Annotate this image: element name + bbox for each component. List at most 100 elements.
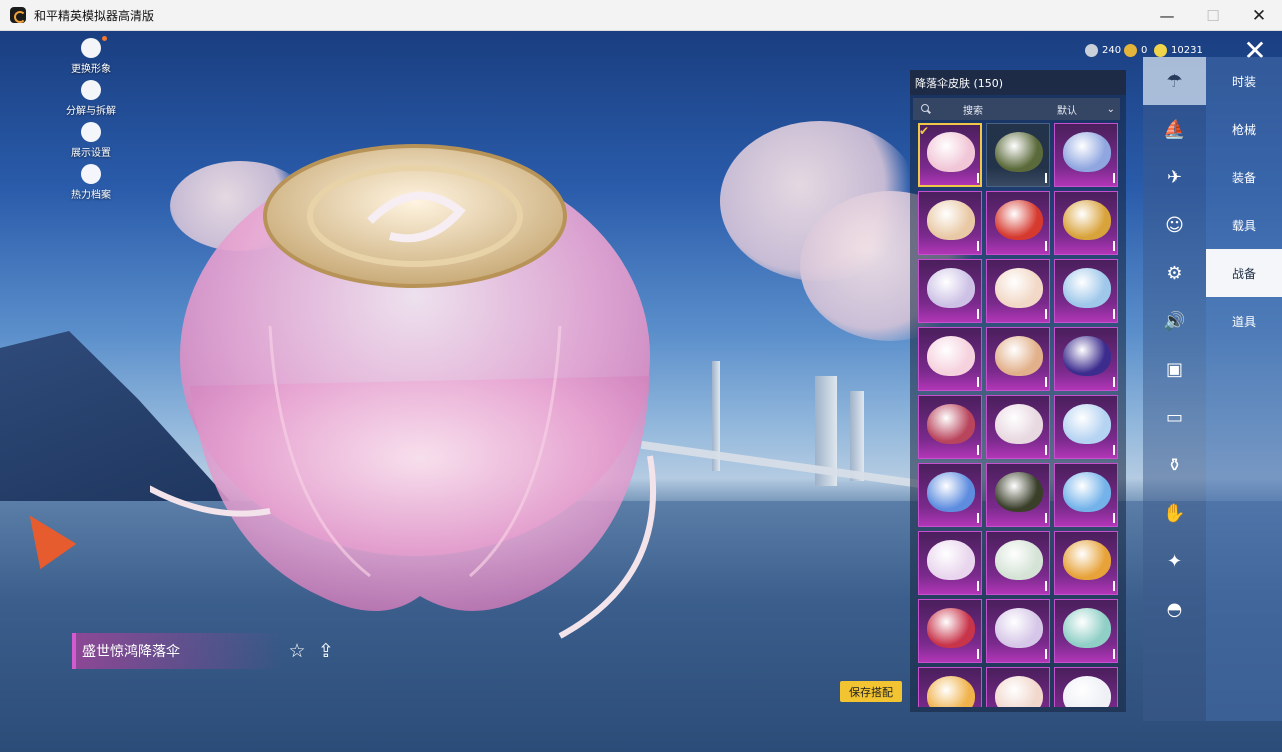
tile-indicator (1113, 513, 1115, 523)
speaker-icon[interactable]: 🔊 (1143, 297, 1206, 345)
currency-badge: 0 (1124, 44, 1147, 57)
tile-indicator (1113, 649, 1115, 659)
change-avatar-label: 更换形象 (71, 64, 111, 75)
left-menu: 更换形象 分解与拆解 展示设置 热力档案 (56, 36, 126, 206)
skin-tile[interactable] (918, 191, 982, 255)
skin-tile[interactable] (1054, 463, 1118, 527)
uc-value: 10231 (1171, 45, 1203, 56)
skin-inventory-panel: 降落伞皮肤 (150) 搜索 默认 ⌄ ✔ (910, 70, 1126, 712)
skin-tile[interactable] (986, 259, 1050, 323)
boat-icon[interactable]: ⛵ (1143, 105, 1206, 153)
tab-vehicles[interactable]: 载具 (1206, 201, 1282, 249)
skin-tile[interactable] (918, 395, 982, 459)
skin-tile[interactable] (918, 327, 982, 391)
uc-icon (1154, 44, 1167, 57)
parachute-thumbnail (927, 472, 975, 512)
change-avatar-button[interactable]: 更换形象 (56, 36, 126, 75)
sort-value: 默认 (1057, 105, 1077, 117)
tile-indicator (977, 173, 979, 183)
parachute-thumbnail (927, 676, 975, 707)
skin-tile[interactable] (986, 327, 1050, 391)
skin-tile[interactable] (918, 259, 982, 323)
skin-tile[interactable] (1054, 327, 1118, 391)
search-bar[interactable]: 搜索 默认 ⌄ (913, 98, 1120, 120)
close-window-button[interactable]: ✕ (1236, 0, 1282, 31)
skin-tile[interactable] (1054, 395, 1118, 459)
decompose-label: 分解与拆解 (66, 106, 116, 117)
skin-tile[interactable] (1054, 191, 1118, 255)
badge-icon (1124, 44, 1137, 57)
parachute-icon[interactable]: ☂ (1143, 57, 1206, 105)
tab-battle-prep[interactable]: 战备 (1206, 249, 1282, 297)
parachute-thumbnail (927, 608, 975, 648)
eye-icon (81, 122, 101, 142)
category-tabs: 时装 枪械 装备 载具 战备 道具 (1206, 57, 1282, 721)
window-titlebar: 和平精英模拟器高清版 — ☐ ✕ (0, 0, 1282, 31)
check-icon: ✔ (919, 124, 930, 138)
share-icon[interactable]: ⇪ (315, 640, 337, 662)
app-logo-icon (10, 7, 26, 23)
notification-dot (102, 36, 107, 41)
plane-icon[interactable]: ✈ (1143, 153, 1206, 201)
save-outfit-button[interactable]: 保存搭配 (840, 681, 902, 702)
minimize-button[interactable]: — (1144, 0, 1190, 31)
skin-tile[interactable] (986, 395, 1050, 459)
skin-tile[interactable] (986, 667, 1050, 707)
skin-tile[interactable] (918, 599, 982, 663)
tab-items[interactable]: 道具 (1206, 297, 1282, 345)
maximize-button[interactable]: ☐ (1190, 0, 1236, 31)
coin-icon (1085, 44, 1098, 57)
skin-tile[interactable] (1054, 123, 1118, 187)
robot-icon[interactable]: ⚙ (1143, 249, 1206, 297)
skin-tile[interactable] (1054, 667, 1118, 707)
parachute-thumbnail (927, 200, 975, 240)
emote-icon[interactable]: ☺ (1143, 201, 1206, 249)
display-settings-button[interactable]: 展示设置 (56, 122, 126, 159)
tile-indicator (977, 309, 979, 319)
skin-tile[interactable] (1054, 259, 1118, 323)
parachute-thumbnail (995, 268, 1043, 308)
skin-tile[interactable] (986, 531, 1050, 595)
skin-tile[interactable] (986, 191, 1050, 255)
spray-icon[interactable]: ⚱ (1143, 441, 1206, 489)
parachute-thumbnail (927, 268, 975, 308)
skin-tile[interactable] (986, 599, 1050, 663)
card-icon[interactable]: ▣ (1143, 345, 1206, 393)
parachute-thumbnail (927, 132, 975, 172)
tab-weapons[interactable]: 枪械 (1206, 105, 1282, 153)
tile-indicator (1045, 241, 1047, 251)
skin-tile[interactable] (1054, 531, 1118, 595)
parachute-thumbnail (995, 200, 1043, 240)
hat-icon[interactable]: ◓ (1143, 585, 1206, 633)
puzzle-icon (81, 80, 101, 100)
parachute-thumbnail (1063, 268, 1111, 308)
heat-archive-button[interactable]: 热力档案 (56, 164, 126, 201)
skin-tile[interactable] (986, 463, 1050, 527)
tile-indicator (1113, 445, 1115, 455)
skin-tile[interactable] (1054, 599, 1118, 663)
picture-icon[interactable]: ▭ (1143, 393, 1206, 441)
skin-tile[interactable] (918, 531, 982, 595)
skin-tile[interactable]: ✔ (918, 123, 982, 187)
tile-indicator (977, 377, 979, 387)
skin-tile[interactable] (986, 123, 1050, 187)
item-name: 盛世惊鸿降落伞 (82, 644, 180, 660)
tab-fashion[interactable]: 时装 (1206, 57, 1282, 105)
search-input[interactable]: 搜索 (963, 102, 1033, 117)
tab-equipment[interactable]: 装备 (1206, 153, 1282, 201)
tile-indicator (1113, 241, 1115, 251)
tile-indicator (1045, 309, 1047, 319)
decompose-button[interactable]: 分解与拆解 (56, 80, 126, 117)
sort-dropdown[interactable]: 默认 ⌄ (1045, 102, 1115, 117)
category-icon-rail: ☂ ⛵ ✈ ☺ ⚙ 🔊 ▣ ▭ ⚱ ✋ ✦ ◓ (1143, 57, 1206, 721)
tile-indicator (1045, 377, 1047, 387)
hand-icon[interactable]: ✋ (1143, 489, 1206, 537)
tile-indicator (1045, 581, 1047, 591)
display-settings-label: 展示设置 (71, 148, 111, 159)
tower (850, 391, 864, 481)
sparkle-icon[interactable]: ✦ (1143, 537, 1206, 585)
skin-tile[interactable] (918, 667, 982, 707)
favorite-star-icon[interactable]: ☆ (286, 640, 308, 662)
skin-tile[interactable] (918, 463, 982, 527)
currency-coin: 240 (1085, 44, 1121, 57)
